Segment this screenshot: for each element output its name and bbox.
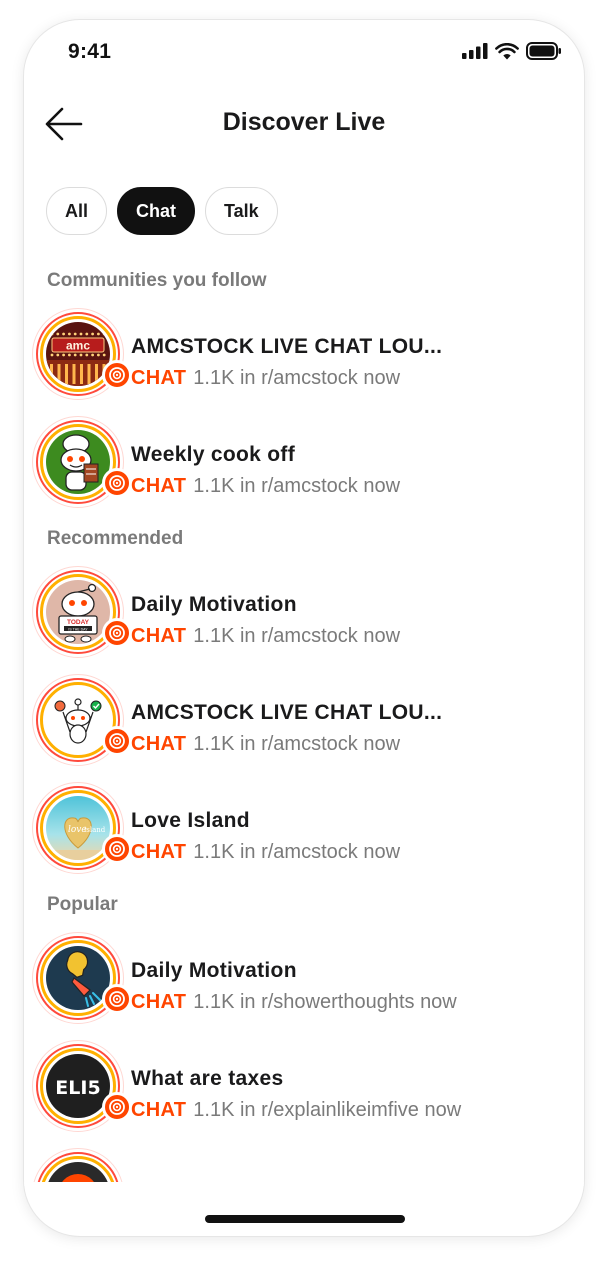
room-meta: 1.1K in r/amcstock now	[193, 625, 401, 647]
svg-text:IS THE DAY: IS THE DAY	[68, 627, 88, 631]
filter-chip-all[interactable]: All	[46, 187, 108, 235]
live-chat-icon	[109, 625, 125, 641]
live-room-row[interactable]: love island Love Island CHAT 1.1K in r/am…	[24, 771, 584, 879]
live-chat-badge	[102, 984, 132, 1014]
section-title: Popular	[47, 894, 118, 915]
status-icons	[462, 42, 562, 60]
room-subtitle: CHAT 1.1K in r/amcstock now	[131, 475, 400, 498]
room-type-tag: CHAT	[131, 991, 187, 1013]
room-subtitle: CHAT 1.1K in r/amcstock now	[131, 367, 400, 390]
avatar-ring: amc	[32, 308, 132, 400]
signal-icon	[462, 43, 488, 59]
avatar-ring	[32, 416, 132, 508]
avatar-ring: ELI5	[32, 1040, 132, 1132]
live-room-row[interactable]: AMCSTOCK LIVE CHAT LOU... CHAT 1.1K in r/…	[24, 663, 584, 771]
live-chat-icon	[109, 733, 125, 749]
shower-bulb-avatar	[46, 946, 110, 1010]
amc-theater-avatar: amc	[46, 322, 110, 386]
live-chat-badge	[102, 618, 132, 648]
live-chat-icon	[109, 991, 125, 1007]
live-room-row[interactable]: amc AMCSTOCK LIVE CHAT LOU... CHAT 1.1K i…	[24, 297, 584, 405]
live-chat-icon	[109, 841, 125, 857]
room-meta: 1.1K in r/explainlikeimfive now	[193, 1099, 462, 1121]
room-title: AMCSTOCK LIVE CHAT LOU...	[131, 335, 443, 358]
room-title: Daily Motivation	[131, 959, 297, 982]
svg-text:island: island	[84, 826, 106, 834]
room-type-tag: CHAT	[131, 841, 187, 863]
home-indicator[interactable]	[205, 1215, 405, 1223]
live-chat-icon	[109, 475, 125, 491]
page-title: Discover Live	[222, 108, 386, 136]
filter-chip-chat[interactable]: Chat	[117, 187, 196, 235]
section-title: Recommended	[47, 528, 184, 549]
room-type-tag: CHAT	[131, 475, 187, 497]
room-type-tag: CHAT	[131, 625, 187, 647]
room-meta: 1.1K in r/amcstock now	[193, 733, 401, 755]
room-title: Weekly cook off	[131, 443, 295, 466]
avatar-ring	[32, 674, 132, 766]
live-room-row[interactable]: ELI5 What are taxes CHAT 1.1K in r/explai…	[24, 1029, 584, 1137]
room-subtitle: CHAT 1.1K in r/amcstock now	[131, 733, 400, 756]
live-chat-badge	[102, 834, 132, 864]
live-chat-badge	[102, 1092, 132, 1122]
room-type-tag: CHAT	[131, 1099, 187, 1121]
live-room-row[interactable]	[24, 1137, 584, 1186]
avatar-ring	[32, 932, 132, 1024]
room-subtitle: CHAT 1.1K in r/explainlikeimfive now	[131, 1099, 461, 1122]
avatar-ring	[32, 1148, 124, 1186]
room-title: What are taxes	[131, 1067, 284, 1090]
live-chat-icon	[109, 367, 125, 383]
room-title: Love Island	[131, 809, 250, 832]
list-bottom-edge	[24, 1182, 584, 1186]
filter-chips: All Chat Talk	[46, 187, 278, 235]
snoo-sign-avatar: TODAY IS THE DAY	[46, 580, 110, 644]
wifi-icon	[495, 42, 519, 59]
room-meta: 1.1K in r/amcstock now	[193, 841, 401, 863]
avatar-ring: love island	[32, 782, 132, 874]
live-chat-icon	[109, 1099, 125, 1115]
room-title: AMCSTOCK LIVE CHAT LOU...	[131, 701, 443, 724]
svg-text:TODAY: TODAY	[67, 619, 90, 626]
live-room-row[interactable]: Daily Motivation CHAT 1.1K in r/showertho…	[24, 921, 584, 1029]
svg-text:amc: amc	[66, 339, 90, 353]
live-chat-badge	[102, 726, 132, 756]
room-type-tag: CHAT	[131, 367, 187, 389]
room-meta: 1.1K in r/amcstock now	[193, 475, 401, 497]
status-time: 9:41	[68, 40, 112, 63]
phone-screen: 9:41 Discover Live All Chat Talk Communiti…	[24, 20, 584, 1236]
room-subtitle: CHAT 1.1K in r/amcstock now	[131, 841, 400, 864]
room-meta: 1.1K in r/amcstock now	[193, 367, 401, 389]
love-island-avatar: love island	[46, 796, 110, 860]
avatar-ring: TODAY IS THE DAY	[32, 566, 132, 658]
room-type-tag: CHAT	[131, 733, 187, 755]
snoo-juggle-avatar	[46, 688, 110, 752]
live-room-row[interactable]: TODAY IS THE DAY Daily Motivation CHAT 1.…	[24, 555, 584, 663]
live-chat-badge	[102, 468, 132, 498]
room-meta: 1.1K in r/showerthoughts now	[193, 991, 457, 1013]
room-title: Daily Motivation	[131, 593, 297, 616]
live-chat-badge	[102, 360, 132, 390]
room-subtitle: CHAT 1.1K in r/showerthoughts now	[131, 991, 457, 1014]
eli5-avatar: ELI5	[46, 1054, 110, 1118]
live-list: Communities you follow amc AMCSTOCK LIVE…	[24, 265, 584, 1186]
battery-icon	[526, 42, 561, 60]
filter-chip-talk[interactable]: Talk	[205, 187, 278, 235]
chef-snoo-avatar	[46, 430, 110, 494]
section-title: Communities you follow	[47, 270, 267, 291]
svg-text:ELI5: ELI5	[55, 1077, 100, 1099]
live-room-row[interactable]: Weekly cook off CHAT 1.1K in r/amcstock n…	[24, 405, 584, 513]
room-subtitle: CHAT 1.1K in r/amcstock now	[131, 625, 400, 648]
